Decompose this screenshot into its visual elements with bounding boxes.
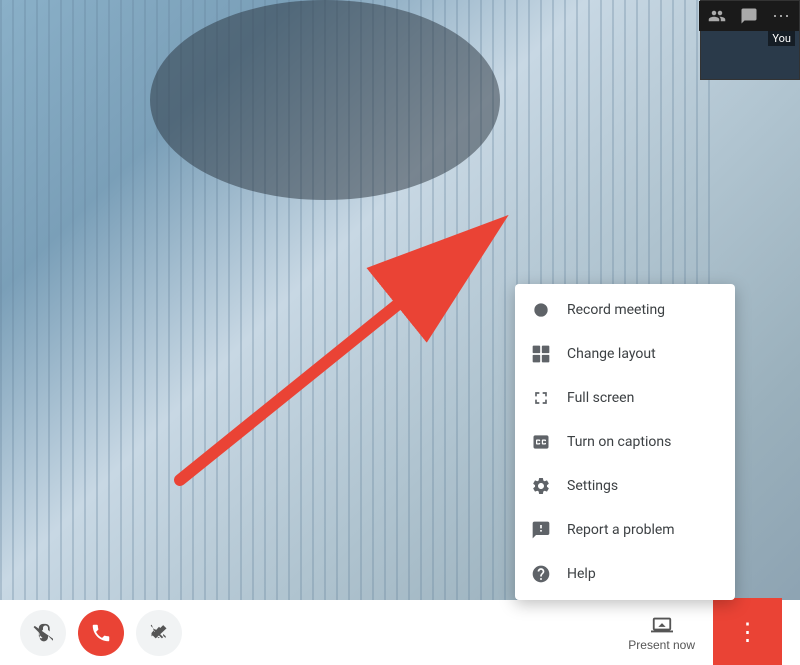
video-toggle-button[interactable]	[136, 610, 182, 656]
settings-label: Settings	[567, 478, 618, 494]
more-options-button[interactable]: ⋮	[715, 600, 780, 665]
help-label: Help	[567, 566, 596, 582]
chat-icon[interactable]	[735, 2, 763, 30]
captions-icon	[531, 432, 551, 452]
self-thumbnail: ⋯ You	[700, 0, 800, 80]
thumbnail-icons: ⋯	[703, 2, 795, 30]
end-call-button[interactable]	[78, 610, 124, 656]
toolbar-controls-left	[20, 610, 182, 656]
bottom-toolbar: Present now ⋮	[0, 600, 800, 665]
menu-item-captions[interactable]: Turn on captions	[515, 420, 735, 464]
report-icon	[531, 520, 551, 540]
menu-item-help[interactable]: Help	[515, 552, 735, 596]
thumbnail-top-bar: ⋯	[699, 1, 799, 31]
menu-item-layout[interactable]: Change layout	[515, 332, 735, 376]
layout-icon	[531, 344, 551, 364]
menu-item-report[interactable]: Report a problem	[515, 508, 735, 552]
shirt-dark-area	[150, 0, 500, 200]
mute-button[interactable]	[20, 610, 66, 656]
menu-item-record[interactable]: Record meeting	[515, 288, 735, 332]
report-label: Report a problem	[567, 522, 675, 538]
present-now-button[interactable]: Present now	[612, 600, 711, 665]
help-icon	[531, 564, 551, 584]
menu-item-fullscreen[interactable]: Full screen	[515, 376, 735, 420]
more-icon: ⋮	[736, 621, 760, 645]
present-icon	[651, 614, 673, 636]
thumbnail-more-icon[interactable]: ⋯	[767, 2, 795, 30]
people-icon[interactable]	[703, 2, 731, 30]
settings-icon	[531, 476, 551, 496]
captions-label: Turn on captions	[567, 434, 671, 450]
toolbar-controls-right: Present now ⋮	[612, 600, 780, 665]
context-menu: Record meeting Change layout Full screen	[515, 284, 735, 600]
you-label: You	[768, 31, 795, 46]
record-label: Record meeting	[567, 302, 665, 318]
menu-item-settings[interactable]: Settings	[515, 464, 735, 508]
fullscreen-icon	[531, 388, 551, 408]
record-icon	[531, 300, 551, 320]
fullscreen-label: Full screen	[567, 390, 634, 406]
layout-label: Change layout	[567, 346, 656, 362]
present-now-label: Present now	[628, 638, 695, 652]
